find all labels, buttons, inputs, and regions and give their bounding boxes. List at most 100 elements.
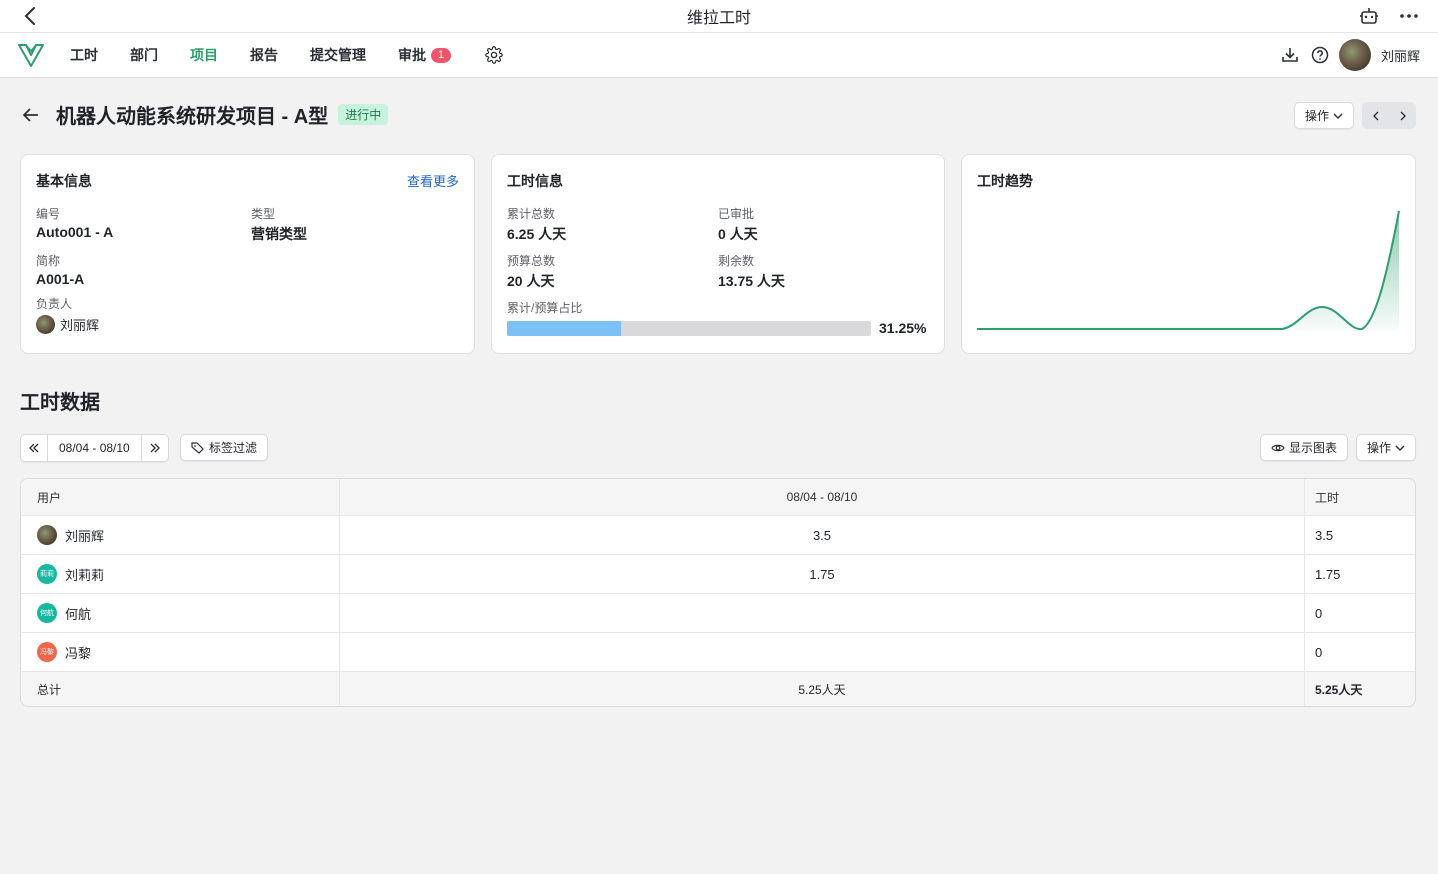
page-header: 机器人动能系统研发项目 - A型 进行中: [20, 100, 389, 129]
double-chevron-left-icon: [29, 443, 39, 453]
owner-name: 刘丽辉: [60, 318, 100, 333]
window-title: 维拉工时: [686, 10, 751, 27]
next-project-button[interactable]: [1389, 102, 1416, 129]
hours-info-title: 工时信息: [507, 173, 563, 189]
user-name: 刘莉莉: [65, 567, 105, 583]
trend-title: 工时趋势: [977, 173, 1033, 189]
main-navbar: 工时 部门 项目 报告 提交管理 审批 1 刘丽辉: [0, 33, 1438, 78]
project-title: 机器人动能系统研发项目 - A型: [56, 106, 329, 128]
table-row[interactable]: 刘丽辉 3.5 3.5: [21, 515, 1415, 554]
header-period[interactable]: 08/04 - 08/10: [340, 479, 1305, 515]
header-hours[interactable]: 工时: [1305, 479, 1415, 515]
approved-value: 0 人天: [718, 226, 758, 242]
previous-project-button[interactable]: [1362, 102, 1389, 129]
total-hours: 0: [1315, 605, 1323, 621]
tag-icon: [191, 441, 204, 454]
ratio-label: 累计/预算占比: [507, 301, 583, 315]
user-avatar: 何航: [37, 603, 57, 623]
owner-person: 刘丽辉: [36, 315, 251, 334]
chevron-right-icon: [1400, 111, 1406, 120]
user-avatar: [37, 525, 57, 545]
period-hours: [340, 633, 1305, 671]
tag-filter-label: 标签过滤: [209, 441, 258, 455]
hours-data-section-title: 工时数据: [20, 392, 100, 414]
project-pager: [1362, 102, 1416, 129]
hours-data-table: 用户 08/04 - 08/10 工时 刘丽辉 3.5 3.5 莉莉 刘莉莉 1…: [20, 478, 1416, 707]
budget-progress-fill: [507, 320, 621, 336]
owner-avatar: [36, 315, 55, 334]
more-options-icon[interactable]: [1398, 5, 1420, 27]
nav-item-report[interactable]: 报告: [250, 45, 278, 65]
table-header-row: 用户 08/04 - 08/10 工时: [21, 479, 1415, 515]
nav-item-timesheet[interactable]: 工时: [70, 45, 98, 65]
type-label: 类型: [251, 207, 276, 221]
chevron-down-icon: [1333, 113, 1343, 119]
trend-sparkline: [977, 210, 1400, 331]
user-name: 冯黎: [65, 645, 92, 661]
app-logo-icon[interactable]: [16, 40, 46, 70]
project-actions-label: 操作: [1304, 109, 1329, 123]
user-avatar[interactable]: [1338, 39, 1371, 71]
table-row[interactable]: 莉莉 刘莉莉 1.75 1.75: [21, 554, 1415, 593]
table-row[interactable]: 冯黎 冯黎 0: [21, 632, 1415, 671]
nav-item-department[interactable]: 部门: [130, 45, 158, 65]
tag-filter-button[interactable]: 标签过滤: [180, 434, 269, 461]
user-avatar: 冯黎: [37, 642, 57, 662]
help-icon[interactable]: [1309, 44, 1331, 66]
owner-label: 负责人: [36, 297, 73, 311]
next-week-button[interactable]: [142, 435, 168, 461]
back-arrow-icon[interactable]: [20, 104, 42, 126]
footer-label: 总计: [21, 672, 340, 706]
total-label: 累计总数: [507, 207, 556, 221]
basic-info-title: 基本信息: [36, 173, 92, 189]
nav-item-approval[interactable]: 审批 1: [398, 45, 452, 65]
user-name: 何航: [65, 606, 92, 622]
type-value: 营销类型: [251, 226, 307, 242]
trend-line: [977, 210, 1400, 331]
footer-period-total: 5.25人天: [340, 672, 1305, 706]
nav-item-project[interactable]: 项目: [190, 45, 218, 65]
date-range-value[interactable]: 08/04 - 08/10: [47, 435, 142, 461]
trend-card: 工时趋势: [961, 154, 1416, 354]
short-name-label: 简称: [36, 254, 61, 268]
status-badge: 进行中: [338, 104, 389, 125]
settings-gear-icon[interactable]: [483, 44, 505, 66]
footer-hours-total: 5.25人天: [1315, 682, 1363, 697]
total-value: 6.25 人天: [507, 226, 567, 242]
view-more-link[interactable]: 查看更多: [407, 171, 459, 190]
period-hours: [340, 594, 1305, 632]
title-bar: 维拉工时: [0, 0, 1438, 33]
download-icon[interactable]: [1279, 44, 1301, 66]
ratio-value: 31.25%: [879, 320, 927, 336]
total-hours: 0: [1315, 644, 1323, 660]
total-hours: 3.5: [1315, 527, 1334, 543]
budget-label: 预算总数: [507, 254, 556, 268]
code-value: Auto001 - A: [36, 224, 114, 240]
robot-icon[interactable]: [1358, 5, 1380, 27]
remaining-value: 13.75 人天: [718, 273, 785, 289]
approved-label: 已审批: [718, 207, 755, 221]
nav-item-submission[interactable]: 提交管理: [310, 45, 366, 65]
show-chart-label: 显示图表: [1288, 441, 1337, 455]
hours-data-toolbar: 08/04 - 08/10 标签过滤 显示图表 操作: [20, 434, 1416, 462]
user-name[interactable]: 刘丽辉: [1381, 46, 1420, 65]
period-hours: 1.75: [340, 555, 1305, 593]
approval-count-badge: 1: [431, 47, 452, 63]
table-actions-button[interactable]: 操作: [1355, 434, 1416, 461]
table-footer-row: 总计 5.25人天 5.25人天: [21, 671, 1415, 706]
short-name-value: A001-A: [36, 271, 85, 287]
eye-icon: [1271, 444, 1285, 451]
total-hours: 1.75: [1315, 566, 1341, 582]
header-user[interactable]: 用户: [21, 479, 340, 515]
hours-info-card: 工时信息 累计总数 6.25 人天 已审批 0 人天 预算总数 20 人天 剩余…: [491, 154, 945, 354]
nav-item-approval-label: 审批: [398, 47, 426, 63]
show-chart-button[interactable]: 显示图表: [1259, 434, 1348, 461]
project-actions-button[interactable]: 操作: [1293, 102, 1354, 129]
user-name: 刘丽辉: [65, 528, 105, 544]
table-row[interactable]: 何航 何航 0: [21, 593, 1415, 632]
double-chevron-right-icon: [150, 443, 160, 453]
back-chevron-icon[interactable]: [20, 6, 40, 26]
basic-info-card: 基本信息 查看更多 编号 Auto001 - A 类型 营销类型 简称 A001…: [20, 154, 475, 354]
previous-week-button[interactable]: [21, 435, 47, 461]
budget-value: 20 人天: [507, 273, 555, 289]
